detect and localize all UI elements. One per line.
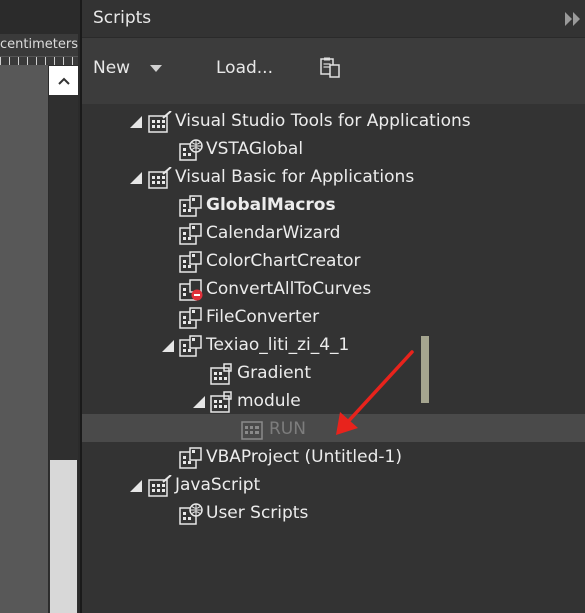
collapse-triangle-icon[interactable] (130, 480, 142, 492)
project-icon (179, 335, 202, 357)
tree-item-javascript[interactable]: JavaScript (82, 472, 585, 500)
project-icon (179, 195, 202, 217)
expand-docker-icon[interactable] (563, 9, 583, 29)
horizontal-ruler (0, 57, 78, 65)
scripts-tree: Visual Studio Tools for Applications VST… (82, 104, 585, 613)
module-icon (210, 391, 232, 413)
tree-item-colorchartcreator[interactable]: ColorChartCreator (82, 248, 585, 276)
scroll-up-button[interactable] (49, 66, 78, 95)
load-button[interactable]: Load... (216, 58, 273, 78)
tree-item-vba[interactable]: Visual Basic for Applications (82, 164, 585, 192)
scrollbar-thumb[interactable] (50, 460, 77, 613)
project-icon (179, 223, 202, 245)
docker-title: Scripts (93, 8, 152, 28)
container-icon (148, 475, 172, 497)
scripts-toolbar: New Load... (82, 38, 585, 104)
collapse-triangle-icon[interactable] (162, 340, 174, 352)
project-error-icon (179, 279, 203, 301)
tree-item-vsta[interactable]: Visual Studio Tools for Applications (82, 108, 585, 136)
tree-item-label: RUN (269, 419, 306, 439)
module-icon (210, 363, 232, 385)
tree-item-label: CalendarWizard (206, 223, 341, 243)
tree-item-globalmacros[interactable]: GlobalMacros (82, 192, 585, 220)
collapse-triangle-icon[interactable] (130, 116, 142, 128)
tree-item-label: GlobalMacros (206, 195, 336, 215)
tree-item-label: Gradient (237, 363, 311, 383)
collapse-triangle-icon[interactable] (130, 172, 142, 184)
new-button[interactable]: New (93, 58, 130, 78)
tree-item-label: VSTAGlobal (206, 139, 304, 159)
container-icon (148, 167, 172, 189)
project-icon (179, 447, 202, 469)
tree-item-label: Visual Basic for Applications (175, 167, 415, 187)
container-icon (148, 111, 172, 133)
tree-item-label: User Scripts (206, 503, 309, 523)
tree-item-label: Visual Studio Tools for Applications (175, 111, 471, 131)
new-dropdown-arrow-icon[interactable] (150, 65, 162, 72)
macro-icon (241, 421, 263, 440)
globe-project-icon (179, 139, 203, 161)
tree-item-calendarwizard[interactable]: CalendarWizard (82, 220, 585, 248)
tree-item-user-scripts[interactable]: User Scripts (82, 500, 585, 528)
vertical-ruler (0, 65, 48, 613)
ruler-unit-text: centimeters (0, 37, 78, 52)
collapse-triangle-icon[interactable] (193, 396, 205, 408)
red-arrow-annotation (336, 350, 414, 435)
scripts-docker-header: Scripts (82, 0, 585, 38)
project-icon (179, 307, 202, 329)
tree-item-label: JavaScript (175, 475, 261, 495)
tree-item-label: VBAProject (Untitled-1) (206, 447, 402, 467)
globe-project-icon (179, 503, 203, 525)
tree-item-label: ConvertAllToCurves (206, 279, 372, 299)
tree-item-fileconverter[interactable]: FileConverter (82, 304, 585, 332)
tree-item-vstaglobal[interactable]: VSTAGlobal (82, 136, 585, 164)
tree-item-label: module (237, 391, 301, 411)
insertion-marker (421, 336, 429, 403)
chevron-up-icon (57, 77, 70, 85)
ruler-unit-label: centimeters (0, 34, 78, 57)
project-icon (179, 251, 202, 273)
tree-item-label: ColorChartCreator (206, 251, 361, 271)
tree-item-vbaproject-untitled-1[interactable]: VBAProject (Untitled-1) (82, 444, 585, 472)
tree-item-label: FileConverter (206, 307, 320, 327)
paste-icon[interactable] (318, 56, 342, 80)
tree-item-convertalltocurves[interactable]: ConvertAllToCurves (82, 276, 585, 304)
